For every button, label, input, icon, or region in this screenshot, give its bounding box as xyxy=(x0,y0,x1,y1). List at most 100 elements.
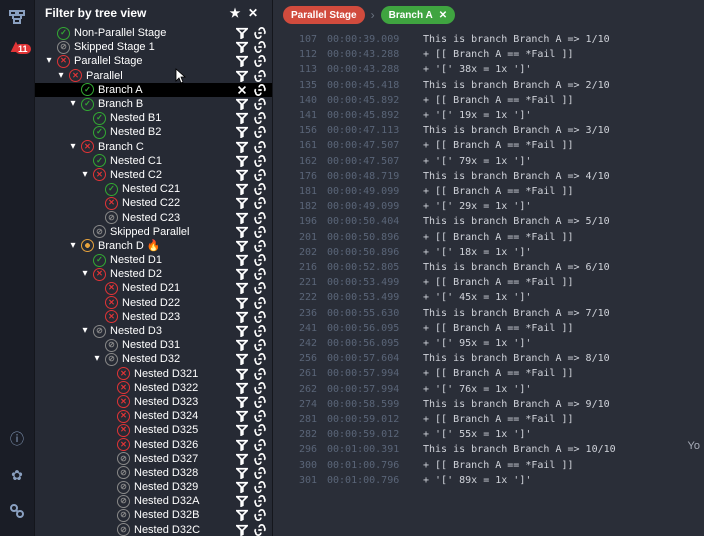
status-success-icon xyxy=(81,98,94,111)
tree-row-label: Branch C xyxy=(98,140,232,154)
settings-icon[interactable]: ✿ xyxy=(6,464,28,486)
tree-row[interactable]: Nested C22 xyxy=(35,196,272,210)
chevron-down-icon[interactable]: ▾ xyxy=(43,55,55,67)
log-line: 11200:00:43.288+ [[ Branch A == *Fail ]] xyxy=(285,47,704,62)
tree-row[interactable]: Nested D1 xyxy=(35,253,272,267)
tree-view[interactable]: Non-Parallel StageSkipped Stage 1▾Parall… xyxy=(35,26,272,536)
tree-row[interactable]: Nested B1 xyxy=(35,111,272,125)
tree-row[interactable]: Nested D329 xyxy=(35,480,272,494)
log-message: + [[ Branch A == *Fail ]] xyxy=(423,138,574,153)
tree-row[interactable]: ▾Branch B xyxy=(35,97,272,111)
chevron-down-icon[interactable]: ▾ xyxy=(79,325,91,337)
tree-row[interactable]: Skipped Stage 1 xyxy=(35,40,272,54)
log-line-number: 256 xyxy=(285,351,317,366)
chevron-down-icon xyxy=(103,481,115,493)
chevron-down-icon[interactable]: ▾ xyxy=(55,70,67,82)
breadcrumb-pill[interactable]: Branch A✕ xyxy=(381,6,455,24)
log-line: 29600:01:00.391This is branch Branch A =… xyxy=(285,442,704,457)
status-fail-icon xyxy=(105,296,118,309)
tree-row[interactable]: Nested D321 xyxy=(35,367,272,381)
log-message: + '[' 95x = 1x ']' xyxy=(423,336,531,351)
tree-row[interactable]: Non-Parallel Stage xyxy=(35,26,272,40)
tree-row[interactable]: Nested D32B xyxy=(35,508,272,522)
log-timestamp: 00:00:59.012 xyxy=(327,427,423,442)
star-icon[interactable]: ★ xyxy=(226,4,244,22)
pipeline-icon[interactable] xyxy=(6,6,28,28)
chevron-down-icon[interactable]: ▾ xyxy=(67,141,79,153)
tree-row-label: Nested C22 xyxy=(122,196,232,210)
log-line: 10700:00:39.009This is branch Branch A =… xyxy=(285,32,704,47)
log-timestamp: 00:00:47.507 xyxy=(327,138,423,153)
log-timestamp: 00:00:57.994 xyxy=(327,382,423,397)
chevron-down-icon xyxy=(103,467,115,479)
tree-row[interactable]: ▾ Nested C2 xyxy=(35,168,272,182)
log-message: This is branch Branch A => 9/10 xyxy=(423,397,610,412)
log-timestamp: 00:00:43.288 xyxy=(327,47,423,62)
log-timestamp: 00:00:58.599 xyxy=(327,397,423,412)
tree-row[interactable]: Nested D324 xyxy=(35,409,272,423)
close-icon[interactable]: ✕ xyxy=(244,4,262,22)
log-output[interactable]: 10700:00:39.009This is branch Branch A =… xyxy=(273,30,704,536)
chevron-down-icon[interactable]: ▾ xyxy=(67,98,79,110)
tree-row[interactable]: Skipped Parallel xyxy=(35,225,272,239)
alert-badge[interactable]: 11 xyxy=(6,34,28,56)
link-icon[interactable] xyxy=(252,522,268,536)
tree-row[interactable]: ▾Parallel xyxy=(35,69,272,83)
chevron-down-icon[interactable]: ▾ xyxy=(79,268,91,280)
tree-row[interactable]: Nested D23 xyxy=(35,310,272,324)
tree-row[interactable]: ▾Nested D2 xyxy=(35,267,272,281)
chevron-down-icon[interactable]: ▾ xyxy=(79,169,91,181)
log-line: 14000:00:45.892+ [[ Branch A == *Fail ]] xyxy=(285,93,704,108)
tree-row[interactable]: Nested D325 xyxy=(35,423,272,437)
tree-row[interactable]: Nested C23 xyxy=(35,210,272,224)
breadcrumb-pill[interactable]: Parallel Stage xyxy=(283,6,365,24)
log-line-number: 201 xyxy=(285,230,317,245)
tree-row[interactable]: Nested D322 xyxy=(35,381,272,395)
tree-row[interactable]: ▾Nested D32 xyxy=(35,352,272,366)
info-icon[interactable]: ⓘ xyxy=(6,428,28,450)
log-line-number: 296 xyxy=(285,442,317,457)
link-chain-icon[interactable] xyxy=(6,500,28,522)
log-line-number: 181 xyxy=(285,184,317,199)
tree-row-label: Nested D329 xyxy=(134,480,232,494)
sidebar: Filter by tree view ★ ✕ Non-Parallel Sta… xyxy=(34,0,272,536)
tree-row-label: Nested C2 xyxy=(110,168,232,182)
log-line-number: 140 xyxy=(285,93,317,108)
tree-row[interactable]: Nested D327 xyxy=(35,452,272,466)
tree-row[interactable]: Nested D326 xyxy=(35,437,272,451)
tree-row[interactable]: ▾ Branch C xyxy=(35,140,272,154)
tree-row[interactable]: Nested D323 xyxy=(35,395,272,409)
tree-row-label: Skipped Stage 1 xyxy=(74,40,232,54)
log-timestamp: 00:00:52.805 xyxy=(327,260,423,275)
tree-row[interactable]: Nested D22 xyxy=(35,296,272,310)
log-timestamp: 00:00:57.604 xyxy=(327,351,423,366)
status-fail-icon xyxy=(69,69,82,82)
log-message: This is branch Branch A => 2/10 xyxy=(423,78,610,93)
tree-row[interactable]: Nested D328 xyxy=(35,466,272,480)
log-message: + '[' 38x = 1x ']' xyxy=(423,62,531,77)
tree-row[interactable]: Nested C1 xyxy=(35,154,272,168)
main-panel: Parallel Stage › Branch A✕ 10700:00:39.009… xyxy=(272,0,704,536)
chevron-down-icon xyxy=(79,112,91,124)
tree-row[interactable]: ▾Branch D 🔥 xyxy=(35,239,272,253)
tree-row[interactable]: ▾Parallel Stage xyxy=(35,54,272,68)
chevron-down-icon[interactable]: ▾ xyxy=(91,353,103,365)
tree-row[interactable]: Nested D31 xyxy=(35,338,272,352)
close-icon[interactable]: ✕ xyxy=(439,10,447,21)
tree-row-label: Nested D322 xyxy=(134,381,232,395)
tree-row[interactable]: Branch A xyxy=(35,83,272,97)
tree-row[interactable]: ▾Nested D3 xyxy=(35,324,272,338)
tree-row[interactable]: Nested B2 xyxy=(35,125,272,139)
tree-row[interactable]: Nested D32A xyxy=(35,494,272,508)
tree-row[interactable]: Nested D32C xyxy=(35,523,272,536)
chevron-down-icon xyxy=(103,509,115,521)
chevron-right-icon: › xyxy=(371,8,375,22)
chevron-down-icon[interactable]: ▾ xyxy=(67,240,79,252)
chevron-down-icon xyxy=(91,212,103,224)
log-line: 16100:00:47.507+ [[ Branch A == *Fail ]] xyxy=(285,138,704,153)
filter-icon[interactable] xyxy=(234,522,250,536)
log-message: + '[' 89x = 1x ']' xyxy=(423,473,531,488)
tree-row[interactable]: Nested D21 xyxy=(35,281,272,295)
tree-row[interactable]: Nested C21 xyxy=(35,182,272,196)
right-edge-text: Yo xyxy=(688,440,700,452)
